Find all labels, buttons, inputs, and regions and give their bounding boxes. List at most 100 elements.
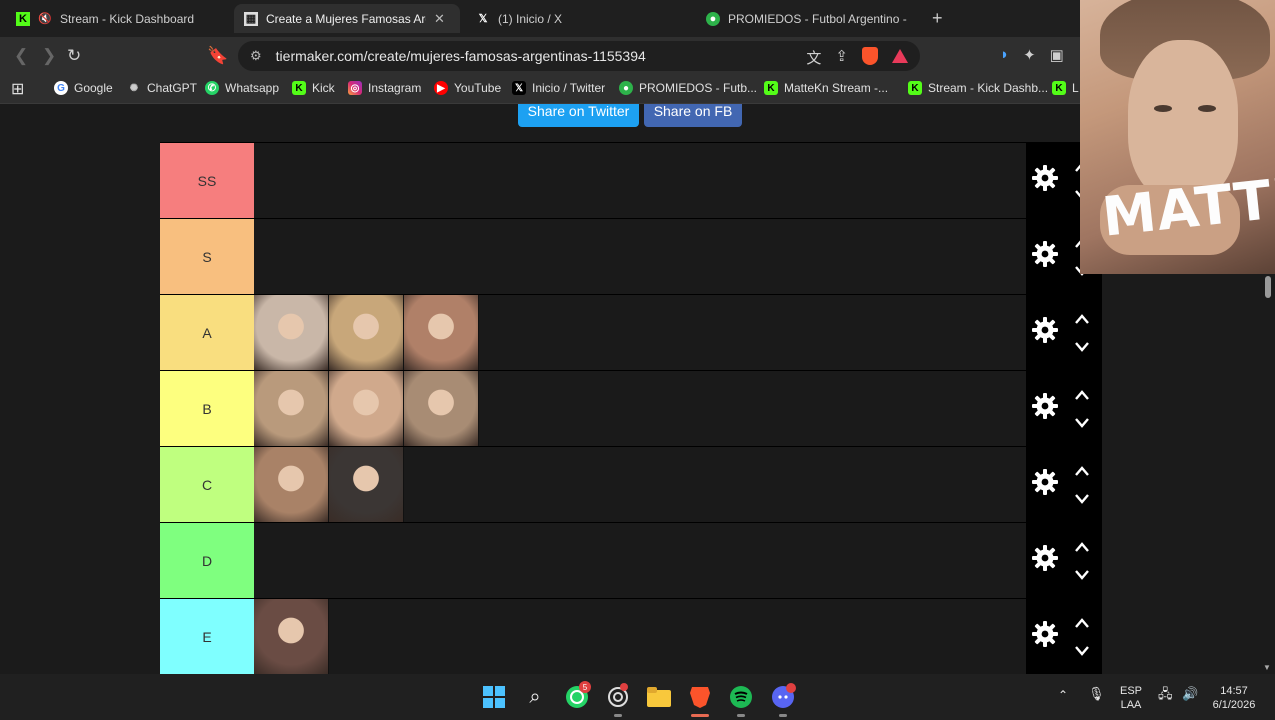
tier-label[interactable]: SS — [160, 143, 254, 218]
tier-item-image[interactable] — [254, 599, 329, 674]
brave-shields-icon[interactable] — [862, 47, 878, 65]
tier-item-image[interactable] — [254, 295, 329, 370]
leo-ai-icon[interactable]: ◗ — [1000, 46, 1009, 64]
muted-speaker-icon[interactable]: 🔇 — [38, 12, 52, 26]
scrollbar-thumb[interactable] — [1265, 276, 1271, 298]
bookmark-youtube[interactable]: ▶ YouTube — [434, 81, 501, 95]
tier-dropzone[interactable] — [254, 219, 1026, 294]
bookmark-overflow[interactable]: KL — [1052, 81, 1079, 95]
apps-grid-icon[interactable]: ⊞ — [11, 79, 24, 99]
language-indicator[interactable]: ESP LAA — [1118, 684, 1144, 712]
chevron-down-icon[interactable] — [1074, 340, 1090, 352]
share-fb-button[interactable]: Share on FB — [644, 104, 742, 127]
volume-icon[interactable]: 🔊 — [1182, 687, 1198, 701]
chevron-up-icon[interactable] — [1074, 540, 1090, 552]
gear-icon[interactable] — [1032, 545, 1058, 571]
wallet-icon[interactable]: ▣ — [1050, 46, 1064, 64]
tier-label[interactable]: E — [160, 599, 254, 674]
bookmark-kick[interactable]: K Kick — [292, 81, 335, 95]
tier-item-image[interactable] — [329, 371, 404, 446]
brave-taskbar-icon[interactable] — [688, 685, 712, 709]
address-bar[interactable]: ⚙ tiermaker.com/create/mujeres-famosas-a… — [238, 41, 920, 71]
chevron-up-icon[interactable] — [1074, 616, 1090, 628]
bookmark-label: PROMIEDOS - Futb... — [639, 81, 758, 95]
tier-item-image[interactable] — [254, 447, 329, 522]
bookmark-kick-dashboard[interactable]: K Stream - Kick Dashb... — [908, 81, 1048, 95]
tray-overflow-icon[interactable]: ⌃ — [1058, 688, 1068, 702]
new-tab-icon[interactable]: + — [932, 8, 943, 29]
reload-icon[interactable]: ↻ — [67, 46, 81, 66]
tier-dropzone[interactable] — [254, 447, 1026, 522]
back-icon[interactable]: ❮ — [14, 46, 28, 66]
scrollbar-track[interactable] — [1262, 274, 1275, 674]
spotify-icon[interactable] — [729, 685, 753, 709]
tab-tiermaker[interactable]: ▦ Create a Mujeres Famosas Argen ✕ — [234, 4, 460, 33]
close-tab-icon[interactable]: ✕ — [434, 11, 445, 27]
chevron-down-icon[interactable] — [1074, 644, 1090, 656]
tier-dropzone[interactable] — [254, 295, 1026, 370]
bookmark-label: Instagram — [368, 81, 422, 95]
bookmark-label: Stream - Kick Dashb... — [928, 81, 1049, 95]
gear-icon[interactable] — [1032, 621, 1058, 647]
translate-icon[interactable]: 文 — [806, 47, 821, 68]
tab-promiedos[interactable]: ● PROMIEDOS - Futbol Argentino - Fixt — [696, 4, 921, 33]
chevron-up-icon[interactable] — [1074, 388, 1090, 400]
chevron-down-icon[interactable] — [1074, 416, 1090, 428]
site-settings-icon[interactable]: ⚙ — [250, 48, 262, 64]
tier-label[interactable]: B — [160, 371, 254, 446]
share-twitter-button[interactable]: Share on Twitter — [518, 104, 639, 127]
tier-label[interactable]: A — [160, 295, 254, 370]
bookmark-instagram[interactable]: ◎ Instagram — [348, 81, 421, 95]
gear-icon[interactable] — [1032, 241, 1058, 267]
gear-icon[interactable] — [1032, 393, 1058, 419]
tier-item-image[interactable] — [329, 295, 404, 370]
tab-x-inicio[interactable]: 𝕏 (1) Inicio / X — [466, 4, 691, 33]
gear-icon[interactable] — [1032, 317, 1058, 343]
bookmark-icon[interactable]: 🔖 — [207, 46, 228, 66]
network-icon[interactable]: 🖧 — [1158, 687, 1173, 701]
scroll-down-arrow[interactable]: ▼ — [1263, 663, 1271, 672]
tier-label[interactable]: S — [160, 219, 254, 294]
running-indicator — [614, 714, 622, 717]
gear-icon[interactable] — [1032, 165, 1058, 191]
share-icon[interactable]: ⇪ — [835, 47, 848, 68]
bookmark-google[interactable]: G Google — [54, 81, 113, 95]
chevron-up-icon[interactable] — [1074, 312, 1090, 324]
google-icon: G — [54, 81, 68, 95]
tab-label: Create a Mujeres Famosas Argen — [266, 11, 426, 26]
bookmark-label: L — [1072, 81, 1079, 95]
tier-item-image[interactable] — [404, 371, 479, 446]
gear-icon[interactable] — [1032, 469, 1058, 495]
tier-label[interactable]: D — [160, 523, 254, 598]
chevron-down-icon[interactable] — [1074, 568, 1090, 580]
bookmark-label: YouTube — [454, 81, 502, 95]
bookmark-mattekn[interactable]: K MatteKn Stream -... — [764, 81, 888, 95]
chevron-down-icon[interactable] — [1074, 492, 1090, 504]
windows-start-icon[interactable] — [482, 685, 506, 709]
bookmark-whatsapp[interactable]: ✆ Whatsapp — [205, 81, 279, 95]
bookmark-chatgpt[interactable]: ✺ ChatGPT — [127, 81, 197, 95]
tier-item-image[interactable] — [254, 371, 329, 446]
tier-dropzone[interactable] — [254, 523, 1026, 598]
tier-dropzone[interactable] — [254, 143, 1026, 218]
tier-item-image[interactable] — [329, 447, 404, 522]
forward-icon[interactable]: ❯ — [42, 46, 56, 66]
chevron-up-icon[interactable] — [1074, 464, 1090, 476]
webcam-eye — [1154, 105, 1172, 112]
bookmark-promiedos[interactable]: ● PROMIEDOS - Futb... — [619, 81, 757, 95]
webcam-overlay: MATTE — [1080, 0, 1275, 274]
tier-item-image[interactable] — [404, 295, 479, 370]
tier-label[interactable]: C — [160, 447, 254, 522]
brave-rewards-icon[interactable] — [892, 49, 908, 63]
clock-date: 6/1/2026 — [1212, 699, 1256, 711]
microphone-icon[interactable]: 🎙 — [1088, 687, 1105, 701]
tier-dropzone[interactable] — [254, 371, 1026, 446]
taskbar: ⌕ 5 ⌃ 🎙 ESP LAA 🖧 🔊 14:57 6/1/2026 — [0, 674, 1275, 720]
clock[interactable]: 14:57 6/1/2026 — [1206, 684, 1262, 712]
file-explorer-icon[interactable] — [647, 685, 671, 709]
extensions-icon[interactable]: ✦ — [1023, 46, 1036, 64]
tier-dropzone[interactable] — [254, 599, 1026, 674]
bookmark-twitter[interactable]: 𝕏 Inicio / Twitter — [512, 81, 605, 95]
search-icon[interactable]: ⌕ — [523, 685, 547, 709]
tab-kick-dashboard[interactable]: K 🔇 Stream - Kick Dashboard — [6, 4, 231, 33]
